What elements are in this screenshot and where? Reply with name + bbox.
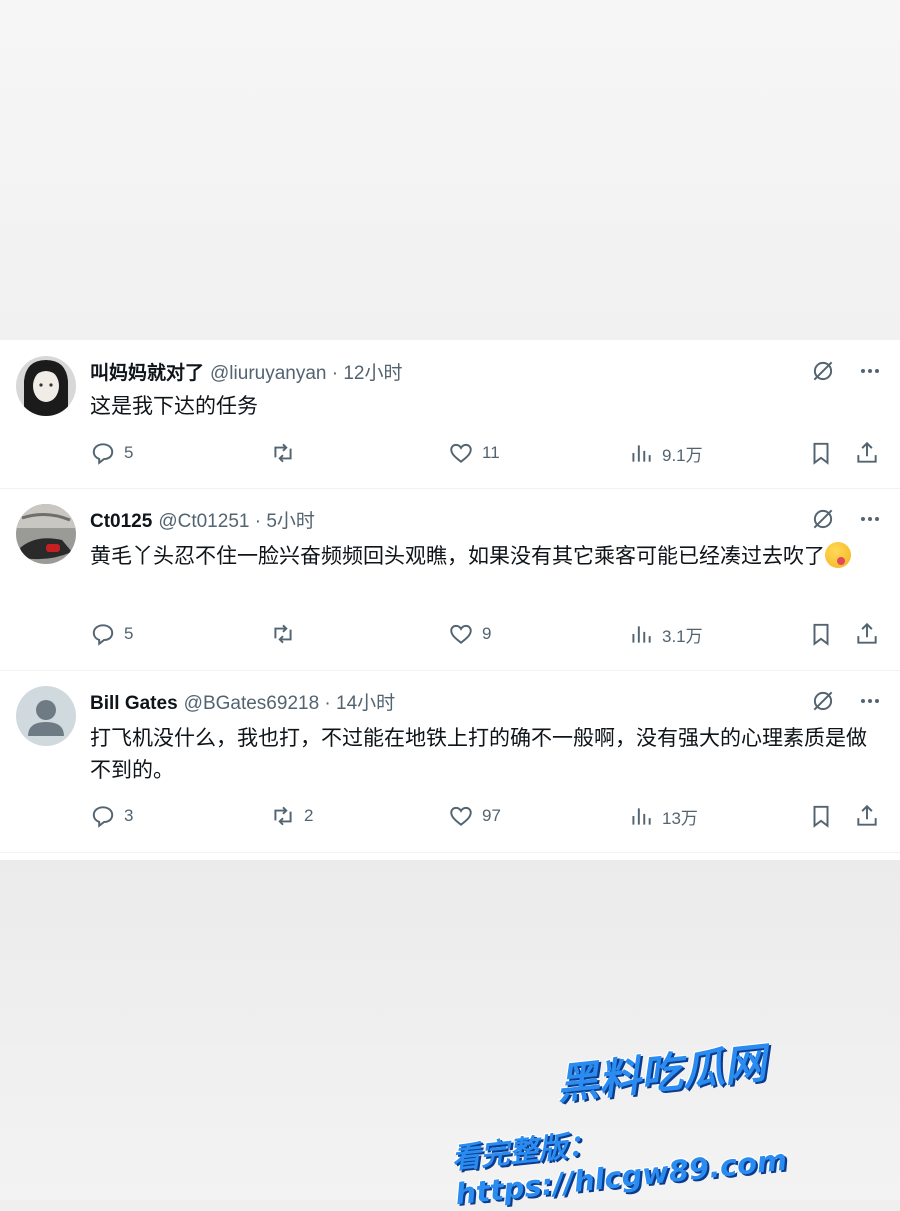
more-icon[interactable] — [858, 689, 882, 717]
share-button[interactable] — [854, 621, 880, 647]
default-avatar[interactable] — [16, 686, 76, 746]
heart-icon — [450, 443, 472, 463]
tweet-actions: 5 9 3.1万 — [90, 621, 890, 651]
bookmark-button[interactable] — [808, 621, 834, 647]
reply-icon — [92, 443, 114, 465]
reply-button[interactable]: 3 — [90, 803, 133, 829]
like-count: 11 — [482, 443, 500, 462]
reply-count: 5 — [124, 443, 134, 462]
retweet-button[interactable]: 2 — [270, 803, 313, 829]
views-button[interactable]: 3.1万 — [628, 621, 703, 647]
tweet-top-actions — [810, 358, 882, 388]
more-icon[interactable] — [858, 359, 882, 387]
tweet-actions: 3 2 97 13万 — [90, 803, 890, 833]
reply-count: 3 — [124, 806, 134, 825]
bookmark-button[interactable] — [808, 440, 834, 466]
tweet-top-actions — [810, 506, 882, 536]
retweet-button[interactable] — [270, 621, 304, 647]
reply-button[interactable]: 5 — [90, 440, 133, 466]
tweet-actions: 5 11 9.1万 — [90, 440, 890, 470]
views-button[interactable]: 9.1万 — [628, 440, 703, 466]
reply-tweet: 叫妈妈就对了 @liuruyanyan · 12小时 这是我下达的任务 5 11… — [0, 340, 900, 489]
view-count: 9.1万 — [662, 445, 703, 465]
reply-button[interactable]: 5 — [90, 621, 133, 647]
views-chart-icon — [632, 808, 651, 825]
views-button[interactable]: 13万 — [628, 803, 698, 829]
tweet-header: 叫妈妈就对了 @liuruyanyan · 12小时 — [90, 358, 403, 385]
views-chart-icon — [632, 626, 651, 643]
share-icon — [857, 441, 877, 463]
tweet-text: 打飞机没什么，我也打，不过能在地铁上打的确不一般啊，没有强大的心理素质是做不到的… — [90, 726, 867, 782]
retweet-icon — [274, 624, 292, 644]
share-icon — [857, 622, 877, 644]
more-icon[interactable] — [858, 507, 882, 535]
avatar[interactable] — [16, 504, 76, 564]
reply-tweet: Bill Gates @BGates69218 · 14小时 打飞机没什么，我也打… — [0, 670, 900, 853]
reply-count: 5 — [124, 624, 134, 643]
display-name[interactable]: Bill Gates — [90, 693, 178, 714]
share-button[interactable] — [854, 803, 880, 829]
tweet-header: Ct0125 @Ct01251 · 5小时 — [90, 506, 315, 533]
like-button[interactable]: 11 — [448, 440, 500, 466]
reply-icon — [92, 624, 114, 646]
handle-time[interactable]: @liuruyanyan · 12小时 — [210, 363, 402, 384]
bookmark-icon — [813, 442, 829, 465]
retweet-count: 2 — [304, 806, 314, 825]
view-count: 13万 — [662, 808, 698, 828]
share-button[interactable] — [854, 440, 880, 466]
handle-time[interactable]: @Ct01251 · 5小时 — [158, 511, 315, 532]
yum-emoji-icon — [825, 542, 851, 568]
top-backdrop — [0, 0, 900, 340]
display-name[interactable]: 叫妈妈就对了 — [90, 363, 204, 384]
grok-icon[interactable] — [810, 506, 836, 536]
display-name[interactable]: Ct0125 — [90, 511, 152, 532]
retweet-button[interactable] — [270, 440, 304, 466]
grok-icon[interactable] — [810, 358, 836, 388]
tweet-text-body: 黄毛丫头忍不住一脸兴奋频频回头观瞧，如果没有其它乘客可能已经凑过去吹了 — [90, 544, 825, 568]
grok-icon[interactable] — [810, 688, 836, 718]
retweet-icon — [274, 443, 292, 463]
view-count: 3.1万 — [662, 626, 703, 646]
tweet-header: Bill Gates @BGates69218 · 14小时 — [90, 688, 395, 715]
retweet-icon — [274, 806, 292, 826]
avatar[interactable] — [16, 356, 76, 416]
like-button[interactable]: 9 — [448, 621, 491, 647]
tweet-text: 黄毛丫头忍不住一脸兴奋频频回头观瞧，如果没有其它乘客可能已经凑过去吹了 — [90, 540, 880, 572]
like-count: 9 — [482, 624, 492, 643]
like-count: 97 — [482, 806, 501, 825]
bookmark-icon — [813, 623, 829, 646]
reply-icon — [92, 806, 114, 828]
heart-icon — [450, 806, 472, 826]
share-icon — [857, 804, 877, 826]
tweet-text: 这是我下达的任务 — [90, 394, 258, 418]
heart-icon — [450, 624, 472, 644]
bookmark-button[interactable] — [808, 803, 834, 829]
tweet-top-actions — [810, 688, 882, 718]
bookmark-icon — [813, 805, 829, 828]
like-button[interactable]: 97 — [448, 803, 501, 829]
reply-list: 叫妈妈就对了 @liuruyanyan · 12小时 这是我下达的任务 5 11… — [0, 340, 900, 860]
views-chart-icon — [632, 445, 651, 462]
reply-tweet: Ct0125 @Ct01251 · 5小时 黄毛丫头忍不住一脸兴奋频频回头观瞧，如… — [0, 488, 900, 671]
handle-time[interactable]: @BGates69218 · 14小时 — [184, 693, 396, 714]
